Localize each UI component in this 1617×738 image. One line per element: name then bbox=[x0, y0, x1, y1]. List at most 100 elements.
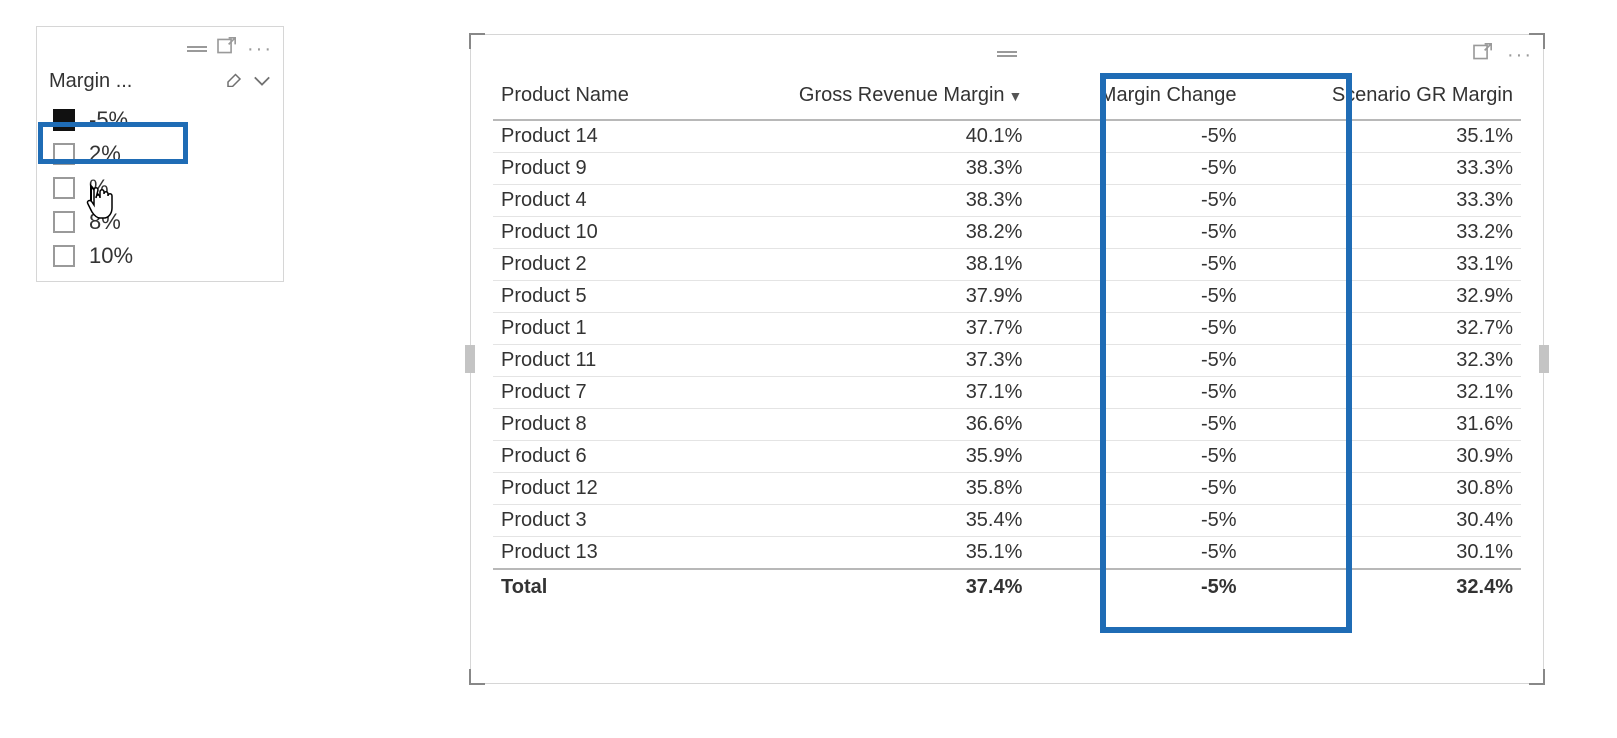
checkbox-icon[interactable] bbox=[53, 109, 75, 131]
cell-gross-margin: 37.9% bbox=[695, 281, 1031, 313]
cell-scenario-margin: 33.3% bbox=[1245, 185, 1521, 217]
cell-margin-change: -5% bbox=[1030, 249, 1244, 281]
cell-scenario-margin: 32.9% bbox=[1245, 281, 1521, 313]
cell-product-name: Product 4 bbox=[493, 185, 695, 217]
resize-side-handle[interactable] bbox=[1539, 345, 1549, 373]
table-row[interactable]: Product 1440.1%-5%35.1% bbox=[493, 120, 1521, 153]
data-table: Product Name Gross Revenue Margin▼ Margi… bbox=[493, 74, 1521, 603]
table-row[interactable]: Product 537.9%-5%32.9% bbox=[493, 281, 1521, 313]
more-options-icon[interactable]: ··· bbox=[1507, 48, 1533, 62]
table-visual[interactable]: ··· Product Name Gross Revenue Margin▼ M… bbox=[470, 34, 1544, 684]
table-row[interactable]: Product 737.1%-5%32.1% bbox=[493, 377, 1521, 409]
resize-side-handle[interactable] bbox=[465, 345, 475, 373]
cell-total-gross: 37.4% bbox=[695, 569, 1031, 603]
eraser-icon[interactable] bbox=[225, 71, 243, 92]
cell-margin-change: -5% bbox=[1030, 409, 1244, 441]
cell-scenario-margin: 30.9% bbox=[1245, 441, 1521, 473]
table-row[interactable]: Product 238.1%-5%33.1% bbox=[493, 249, 1521, 281]
drag-handle-icon[interactable] bbox=[997, 49, 1017, 59]
col-header-scenario-margin[interactable]: Scenario GR Margin bbox=[1245, 74, 1521, 120]
cell-product-name: Product 7 bbox=[493, 377, 695, 409]
table-row[interactable]: Product 1038.2%-5%33.2% bbox=[493, 217, 1521, 249]
cell-scenario-margin: 30.1% bbox=[1245, 537, 1521, 570]
slicer-item[interactable]: % bbox=[43, 171, 277, 205]
checkbox-icon[interactable] bbox=[53, 245, 75, 267]
cell-total-label: Total bbox=[493, 569, 695, 603]
cell-margin-change: -5% bbox=[1030, 313, 1244, 345]
slicer-visual[interactable]: ··· Margin ... -5% 2%% 8%10% bbox=[36, 26, 284, 282]
checkbox-icon[interactable] bbox=[53, 211, 75, 233]
slicer-item[interactable]: 8% bbox=[43, 205, 277, 239]
cell-margin-change: -5% bbox=[1030, 537, 1244, 570]
table-row[interactable]: Product 836.6%-5%31.6% bbox=[493, 409, 1521, 441]
checkbox-icon[interactable] bbox=[53, 143, 75, 165]
table-row[interactable]: Product 1137.3%-5%32.3% bbox=[493, 345, 1521, 377]
cell-margin-change: -5% bbox=[1030, 120, 1244, 153]
cell-product-name: Product 11 bbox=[493, 345, 695, 377]
cell-product-name: Product 1 bbox=[493, 313, 695, 345]
cell-margin-change: -5% bbox=[1030, 441, 1244, 473]
slicer-item-label: 2% bbox=[89, 141, 121, 167]
cell-scenario-margin: 33.3% bbox=[1245, 153, 1521, 185]
cell-gross-margin: 40.1% bbox=[695, 120, 1031, 153]
cell-scenario-margin: 31.6% bbox=[1245, 409, 1521, 441]
table-toolbar: ··· bbox=[471, 39, 1543, 74]
table-row[interactable]: Product 335.4%-5%30.4% bbox=[493, 505, 1521, 537]
cell-margin-change: -5% bbox=[1030, 505, 1244, 537]
cell-scenario-margin: 30.8% bbox=[1245, 473, 1521, 505]
cell-margin-change: -5% bbox=[1030, 185, 1244, 217]
slicer-item[interactable]: 2% bbox=[43, 137, 277, 171]
cell-margin-change: -5% bbox=[1030, 153, 1244, 185]
chevron-down-icon[interactable] bbox=[253, 71, 271, 92]
cell-gross-margin: 35.1% bbox=[695, 537, 1031, 570]
cell-scenario-margin: 32.7% bbox=[1245, 313, 1521, 345]
more-options-icon[interactable]: ··· bbox=[247, 42, 273, 56]
resize-corner-icon[interactable] bbox=[1529, 669, 1545, 685]
slicer-title: Margin ... bbox=[49, 70, 132, 93]
slicer-item[interactable]: -5% bbox=[43, 103, 277, 137]
table-row[interactable]: Product 635.9%-5%30.9% bbox=[493, 441, 1521, 473]
cell-product-name: Product 6 bbox=[493, 441, 695, 473]
cell-product-name: Product 9 bbox=[493, 153, 695, 185]
resize-corner-icon[interactable] bbox=[469, 669, 485, 685]
slicer-item[interactable]: 10% bbox=[43, 239, 277, 273]
cell-scenario-margin: 33.1% bbox=[1245, 249, 1521, 281]
table-row[interactable]: Product 1235.8%-5%30.8% bbox=[493, 473, 1521, 505]
cell-gross-margin: 38.3% bbox=[695, 153, 1031, 185]
col-header-gross-margin[interactable]: Gross Revenue Margin▼ bbox=[695, 74, 1031, 120]
col-header-product[interactable]: Product Name bbox=[493, 74, 695, 120]
cell-product-name: Product 14 bbox=[493, 120, 695, 153]
cell-gross-margin: 38.2% bbox=[695, 217, 1031, 249]
table-row[interactable]: Product 938.3%-5%33.3% bbox=[493, 153, 1521, 185]
focus-mode-icon[interactable] bbox=[217, 37, 237, 60]
cell-product-name: Product 12 bbox=[493, 473, 695, 505]
slicer-header[interactable]: Margin ... bbox=[43, 66, 277, 103]
focus-mode-icon[interactable] bbox=[1473, 43, 1493, 66]
table-total-row: Total37.4%-5%32.4% bbox=[493, 569, 1521, 603]
cell-product-name: Product 8 bbox=[493, 409, 695, 441]
slicer-item-label: % bbox=[89, 175, 109, 201]
cell-gross-margin: 36.6% bbox=[695, 409, 1031, 441]
cell-gross-margin: 38.3% bbox=[695, 185, 1031, 217]
slicer-item-label: -5% bbox=[89, 107, 128, 133]
cell-gross-margin: 35.8% bbox=[695, 473, 1031, 505]
table-row[interactable]: Product 1335.1%-5%30.1% bbox=[493, 537, 1521, 570]
cell-gross-margin: 35.9% bbox=[695, 441, 1031, 473]
cell-product-name: Product 10 bbox=[493, 217, 695, 249]
cell-product-name: Product 2 bbox=[493, 249, 695, 281]
drag-handle-icon[interactable] bbox=[187, 44, 207, 54]
cell-margin-change: -5% bbox=[1030, 281, 1244, 313]
table-row[interactable]: Product 137.7%-5%32.7% bbox=[493, 313, 1521, 345]
checkbox-icon[interactable] bbox=[53, 177, 75, 199]
cell-gross-margin: 38.1% bbox=[695, 249, 1031, 281]
cell-scenario-margin: 32.3% bbox=[1245, 345, 1521, 377]
cell-gross-margin: 37.1% bbox=[695, 377, 1031, 409]
cell-scenario-margin: 33.2% bbox=[1245, 217, 1521, 249]
cell-product-name: Product 13 bbox=[493, 537, 695, 570]
table-row[interactable]: Product 438.3%-5%33.3% bbox=[493, 185, 1521, 217]
col-header-margin-change[interactable]: Margin Change bbox=[1030, 74, 1244, 120]
cell-product-name: Product 5 bbox=[493, 281, 695, 313]
cell-margin-change: -5% bbox=[1030, 473, 1244, 505]
cell-gross-margin: 37.7% bbox=[695, 313, 1031, 345]
cell-margin-change: -5% bbox=[1030, 345, 1244, 377]
